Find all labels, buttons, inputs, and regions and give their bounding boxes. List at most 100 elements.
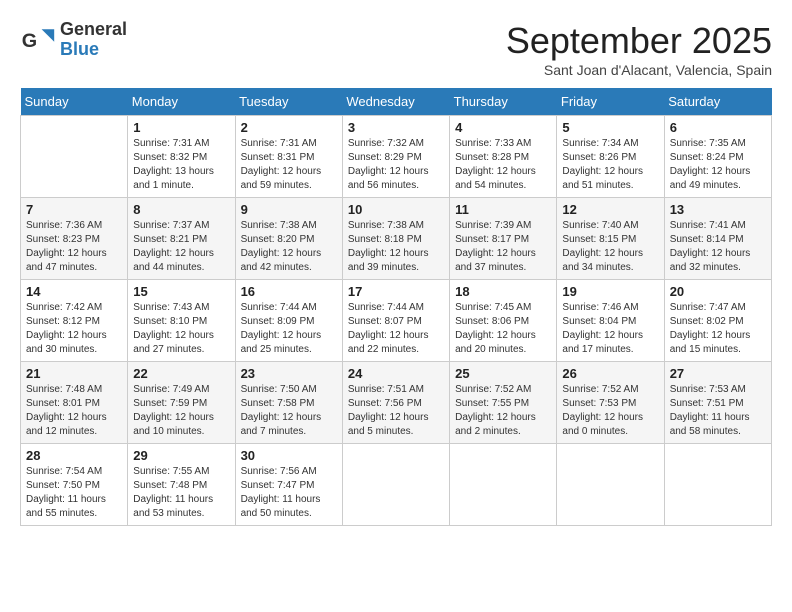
month-title: September 2025 [506, 20, 772, 62]
calendar-day-cell: 18 Sunrise: 7:45 AM Sunset: 8:06 PM Dayli… [450, 280, 557, 362]
day-number: 23 [241, 366, 337, 381]
day-number: 30 [241, 448, 337, 463]
calendar-day-header: Wednesday [342, 88, 449, 116]
day-number: 19 [562, 284, 658, 299]
day-number: 27 [670, 366, 766, 381]
day-number: 6 [670, 120, 766, 135]
day-info: Sunrise: 7:33 AM Sunset: 8:28 PM Dayligh… [455, 137, 551, 193]
day-info: Sunrise: 7:40 AM Sunset: 8:15 PM Dayligh… [562, 219, 658, 275]
day-info: Sunrise: 7:39 AM Sunset: 8:17 PM Dayligh… [455, 219, 551, 275]
calendar-day-header: Tuesday [235, 88, 342, 116]
day-number: 15 [133, 284, 229, 299]
calendar-day-cell: 11 Sunrise: 7:39 AM Sunset: 8:17 PM Dayli… [450, 198, 557, 280]
day-info: Sunrise: 7:36 AM Sunset: 8:23 PM Dayligh… [26, 219, 122, 275]
day-info: Sunrise: 7:32 AM Sunset: 8:29 PM Dayligh… [348, 137, 444, 193]
calendar-week-row: 14 Sunrise: 7:42 AM Sunset: 8:12 PM Dayli… [21, 280, 772, 362]
day-info: Sunrise: 7:52 AM Sunset: 7:53 PM Dayligh… [562, 383, 658, 439]
day-info: Sunrise: 7:53 AM Sunset: 7:51 PM Dayligh… [670, 383, 766, 439]
calendar-day-cell: 14 Sunrise: 7:42 AM Sunset: 8:12 PM Dayli… [21, 280, 128, 362]
calendar-day-header: Sunday [21, 88, 128, 116]
day-info: Sunrise: 7:55 AM Sunset: 7:48 PM Dayligh… [133, 465, 229, 521]
calendar-day-cell: 29 Sunrise: 7:55 AM Sunset: 7:48 PM Dayli… [128, 444, 235, 526]
day-number: 13 [670, 202, 766, 217]
calendar-day-cell: 16 Sunrise: 7:44 AM Sunset: 8:09 PM Dayli… [235, 280, 342, 362]
calendar-day-cell: 22Sunrise: 7:49 AM Sunset: 7:59 PM Dayli… [128, 362, 235, 444]
logo-general: General [60, 20, 127, 40]
day-info: Sunrise: 7:44 AM Sunset: 8:07 PM Dayligh… [348, 301, 444, 357]
calendar-day-cell: 23 Sunrise: 7:50 AM Sunset: 7:58 PM Dayli… [235, 362, 342, 444]
calendar-day-cell: 28Sunrise: 7:54 AM Sunset: 7:50 PM Dayli… [21, 444, 128, 526]
day-info: Sunrise: 7:44 AM Sunset: 8:09 PM Dayligh… [241, 301, 337, 357]
day-info: Sunrise: 7:45 AM Sunset: 8:06 PM Dayligh… [455, 301, 551, 357]
day-number: 9 [241, 202, 337, 217]
day-number: 25 [455, 366, 551, 381]
day-info: Sunrise: 7:31 AM Sunset: 8:32 PM Dayligh… [133, 137, 229, 193]
calendar-day-cell: 30 Sunrise: 7:56 AM Sunset: 7:47 PM Dayli… [235, 444, 342, 526]
day-info: Sunrise: 7:56 AM Sunset: 7:47 PM Dayligh… [241, 465, 337, 521]
calendar-day-cell: 17 Sunrise: 7:44 AM Sunset: 8:07 PM Dayli… [342, 280, 449, 362]
calendar-day-cell: 13 Sunrise: 7:41 AM Sunset: 8:14 PM Dayli… [664, 198, 771, 280]
calendar-day-cell: 24 Sunrise: 7:51 AM Sunset: 7:56 PM Dayli… [342, 362, 449, 444]
calendar-day-cell: 3 Sunrise: 7:32 AM Sunset: 8:29 PM Daylig… [342, 116, 449, 198]
day-number: 1 [133, 120, 229, 135]
logo-blue: Blue [60, 40, 127, 60]
calendar-day-cell [664, 444, 771, 526]
day-number: 3 [348, 120, 444, 135]
calendar-day-header: Saturday [664, 88, 771, 116]
calendar-day-cell [557, 444, 664, 526]
day-number: 18 [455, 284, 551, 299]
day-info: Sunrise: 7:51 AM Sunset: 7:56 PM Dayligh… [348, 383, 444, 439]
calendar-day-cell: 5 Sunrise: 7:34 AM Sunset: 8:26 PM Daylig… [557, 116, 664, 198]
page-header: G General Blue September 2025 Sant Joan … [20, 20, 772, 78]
calendar-day-cell: 20 Sunrise: 7:47 AM Sunset: 8:02 PM Dayli… [664, 280, 771, 362]
calendar-day-header: Friday [557, 88, 664, 116]
day-number: 28 [26, 448, 122, 463]
calendar-day-cell: 12Sunrise: 7:40 AM Sunset: 8:15 PM Dayli… [557, 198, 664, 280]
day-number: 4 [455, 120, 551, 135]
calendar-day-cell: 15 Sunrise: 7:43 AM Sunset: 8:10 PM Dayli… [128, 280, 235, 362]
day-number: 26 [562, 366, 658, 381]
day-number: 14 [26, 284, 122, 299]
day-number: 20 [670, 284, 766, 299]
logo: G General Blue [20, 20, 127, 60]
day-number: 5 [562, 120, 658, 135]
day-number: 24 [348, 366, 444, 381]
calendar-week-row: 28Sunrise: 7:54 AM Sunset: 7:50 PM Dayli… [21, 444, 772, 526]
day-number: 7 [26, 202, 122, 217]
calendar-day-cell: 2 Sunrise: 7:31 AM Sunset: 8:31 PM Daylig… [235, 116, 342, 198]
day-number: 11 [455, 202, 551, 217]
calendar-day-cell [21, 116, 128, 198]
day-info: Sunrise: 7:31 AM Sunset: 8:31 PM Dayligh… [241, 137, 337, 193]
calendar-day-header: Thursday [450, 88, 557, 116]
calendar-day-cell: 6Sunrise: 7:35 AM Sunset: 8:24 PM Daylig… [664, 116, 771, 198]
day-info: Sunrise: 7:41 AM Sunset: 8:14 PM Dayligh… [670, 219, 766, 275]
day-info: Sunrise: 7:38 AM Sunset: 8:18 PM Dayligh… [348, 219, 444, 275]
day-info: Sunrise: 7:43 AM Sunset: 8:10 PM Dayligh… [133, 301, 229, 357]
day-info: Sunrise: 7:47 AM Sunset: 8:02 PM Dayligh… [670, 301, 766, 357]
day-number: 10 [348, 202, 444, 217]
calendar-day-cell: 21 Sunrise: 7:48 AM Sunset: 8:01 PM Dayli… [21, 362, 128, 444]
calendar-day-header: Monday [128, 88, 235, 116]
calendar-week-row: 1 Sunrise: 7:31 AM Sunset: 8:32 PM Daylig… [21, 116, 772, 198]
day-number: 16 [241, 284, 337, 299]
title-section: September 2025 Sant Joan d'Alacant, Vale… [506, 20, 772, 78]
day-number: 29 [133, 448, 229, 463]
day-number: 8 [133, 202, 229, 217]
logo-text: General Blue [60, 20, 127, 60]
calendar-week-row: 21 Sunrise: 7:48 AM Sunset: 8:01 PM Dayli… [21, 362, 772, 444]
calendar-day-cell: 25Sunrise: 7:52 AM Sunset: 7:55 PM Dayli… [450, 362, 557, 444]
day-info: Sunrise: 7:34 AM Sunset: 8:26 PM Dayligh… [562, 137, 658, 193]
day-info: Sunrise: 7:38 AM Sunset: 8:20 PM Dayligh… [241, 219, 337, 275]
calendar-day-cell: 7 Sunrise: 7:36 AM Sunset: 8:23 PM Daylig… [21, 198, 128, 280]
calendar-table: SundayMondayTuesdayWednesdayThursdayFrid… [20, 88, 772, 526]
day-info: Sunrise: 7:46 AM Sunset: 8:04 PM Dayligh… [562, 301, 658, 357]
day-number: 17 [348, 284, 444, 299]
day-info: Sunrise: 7:50 AM Sunset: 7:58 PM Dayligh… [241, 383, 337, 439]
day-info: Sunrise: 7:48 AM Sunset: 8:01 PM Dayligh… [26, 383, 122, 439]
day-info: Sunrise: 7:42 AM Sunset: 8:12 PM Dayligh… [26, 301, 122, 357]
day-number: 21 [26, 366, 122, 381]
day-number: 2 [241, 120, 337, 135]
calendar-day-cell [450, 444, 557, 526]
day-info: Sunrise: 7:49 AM Sunset: 7:59 PM Dayligh… [133, 383, 229, 439]
calendar-day-cell: 19 Sunrise: 7:46 AM Sunset: 8:04 PM Dayli… [557, 280, 664, 362]
